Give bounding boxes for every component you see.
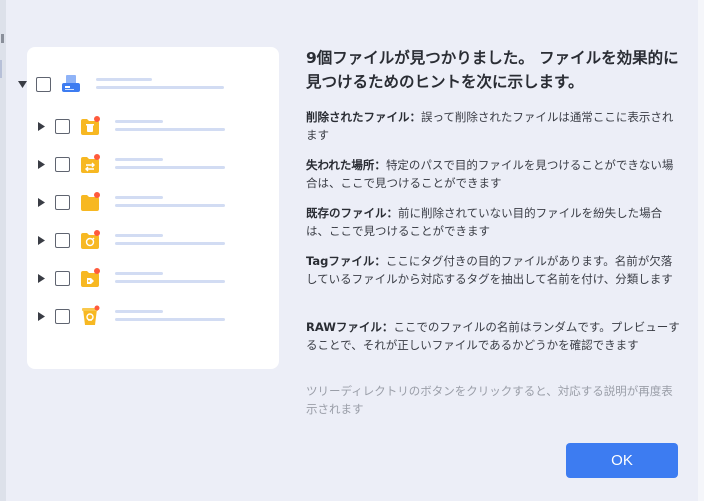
tip-raw-files: RAWファイル：ここでのファイルの名前はランダムです。プレビューすることで、それ… <box>306 318 682 354</box>
lost-location-folder-icon <box>79 153 101 175</box>
tree-node-checkbox[interactable] <box>55 308 70 324</box>
tree-node-deleted-files[interactable] <box>36 116 235 136</box>
tip-existing-files: 既存のファイル：前に削除されていない目的ファイルを紛失した場合は、ここで見つける… <box>306 204 682 240</box>
raw-files-icon <box>79 305 101 327</box>
tree-node-raw-files[interactable] <box>36 305 235 327</box>
placeholder-text-lines <box>115 268 235 288</box>
tree-node-existing-files[interactable] <box>36 192 235 212</box>
tree-root-row[interactable] <box>17 73 224 95</box>
tip-term: 削除されたファイル： <box>306 110 421 124</box>
tag-label-folder-icon <box>79 267 101 289</box>
tree-node-checkbox[interactable] <box>55 232 70 248</box>
tip-lost-location: 失われた場所：特定のパスで目的ファイルを見つけることができない場合は、ここで見つ… <box>306 156 682 192</box>
tree-node-lost-location[interactable] <box>36 154 235 174</box>
tree-hint-text: ツリーディレクトリのボタンをクリックすると、対応する説明が再度表示されます <box>306 384 673 416</box>
collapsed-caret-icon[interactable] <box>36 235 46 245</box>
tree-node-checkbox[interactable] <box>55 194 70 210</box>
dialog-headline: 9個ファイルが見つかりました。 ファイルを効果的に見つけるためのヒントを次に示し… <box>306 49 679 91</box>
placeholder-text-lines <box>115 230 235 250</box>
tip-term: 既存のファイル： <box>306 206 398 220</box>
placeholder-text-lines <box>115 116 235 136</box>
collapsed-caret-icon[interactable] <box>36 121 46 131</box>
collapsed-caret-icon[interactable] <box>36 159 46 169</box>
tree-node-checkbox[interactable] <box>55 156 70 172</box>
tip-term: 失われた場所： <box>306 158 386 172</box>
backdrop-tick <box>0 60 2 78</box>
tips-dialog: 9個ファイルが見つかりました。 ファイルを効果的に見つけるためのヒントを次に示し… <box>6 0 698 501</box>
tree-node-tag-files[interactable] <box>36 230 235 250</box>
placeholder-text-lines <box>115 192 235 212</box>
tree-node-checkbox[interactable] <box>55 270 70 286</box>
expanded-caret-icon[interactable] <box>17 79 27 89</box>
collapsed-caret-icon[interactable] <box>36 311 46 321</box>
tip-tag-files: Tagファイル：ここにタグ付きの目的ファイルがあります。名前が欠落しているファイ… <box>306 252 682 288</box>
placeholder-text-lines <box>96 74 224 94</box>
ok-button[interactable]: OK <box>566 443 678 478</box>
collapsed-caret-icon[interactable] <box>36 197 46 207</box>
tree-node-checkbox[interactable] <box>55 118 70 134</box>
backdrop-tick <box>1 34 4 43</box>
drive-icon <box>60 73 82 95</box>
tip-term: RAWファイル： <box>306 320 394 334</box>
existing-folder-icon <box>79 191 101 213</box>
tree-root-checkbox[interactable] <box>36 76 51 92</box>
backdrop-window-edge <box>698 0 704 501</box>
tag-folder-icon <box>79 229 101 251</box>
collapsed-caret-icon[interactable] <box>36 273 46 283</box>
placeholder-text-lines <box>115 306 235 326</box>
tip-term: Tagファイル： <box>306 254 386 268</box>
tree-node-tag-label[interactable] <box>36 268 235 288</box>
placeholder-text-lines <box>115 154 235 174</box>
deleted-folder-icon <box>79 115 101 137</box>
tip-deleted-files: 削除されたファイル：誤って削除されたファイルは通常ここに表示されます <box>306 108 682 144</box>
